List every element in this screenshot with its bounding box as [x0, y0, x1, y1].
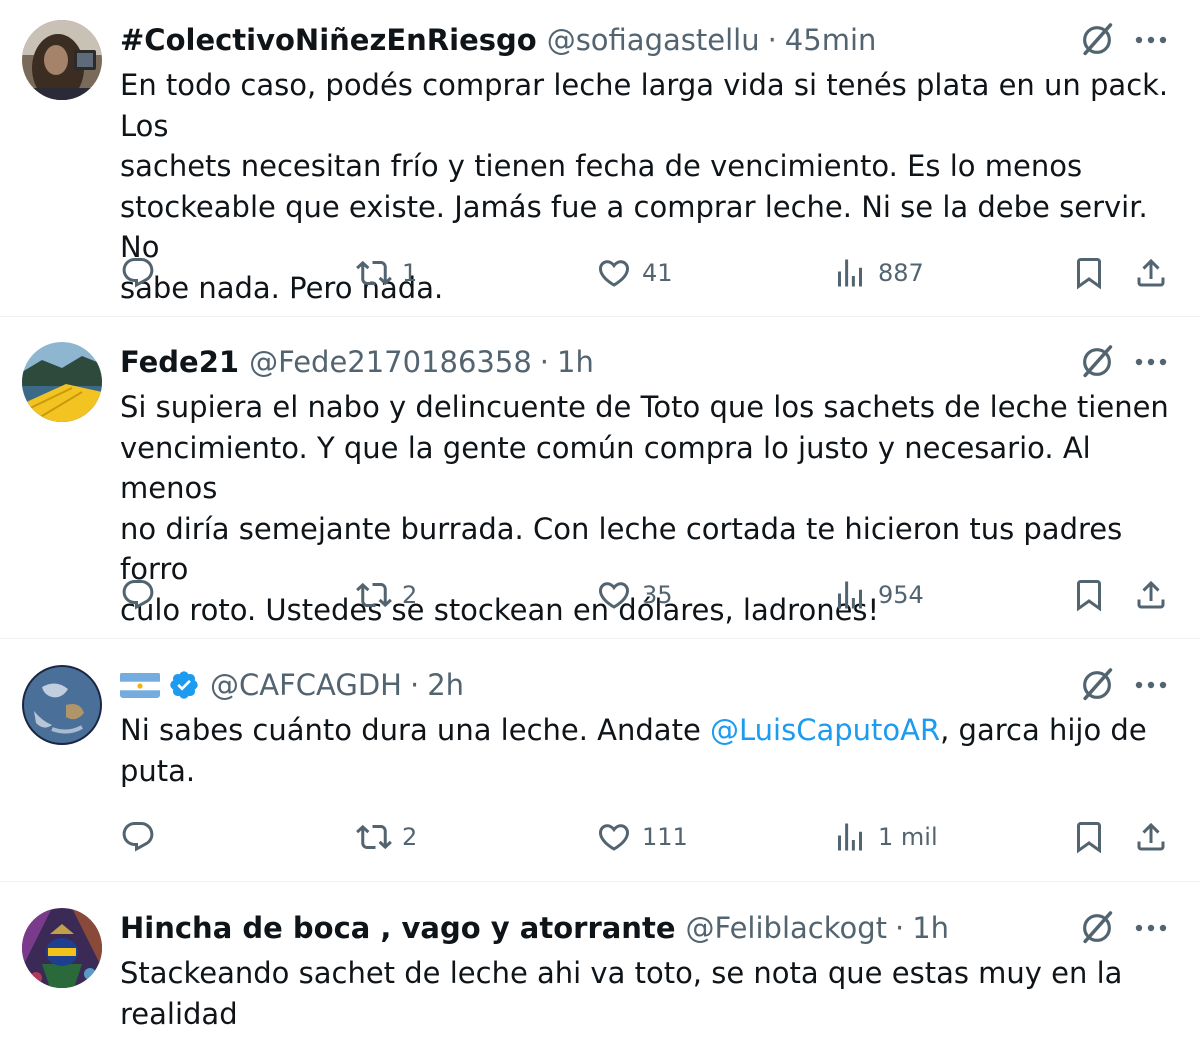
avatar[interactable]	[22, 665, 102, 745]
grok-icon[interactable]	[1078, 909, 1116, 947]
avatar[interactable]	[22, 908, 102, 988]
reply-button[interactable]	[120, 817, 156, 857]
timestamp[interactable]: 2h	[427, 668, 464, 702]
bookmark-icon[interactable]	[1071, 819, 1107, 855]
share-icon[interactable]	[1133, 577, 1169, 613]
grok-icon[interactable]	[1078, 343, 1116, 381]
like-count: 111	[642, 823, 688, 851]
retweet-count: 2	[402, 581, 418, 609]
tweet-text: Ni sabes cuánto dura una leche. Andate @…	[120, 710, 1180, 791]
like-count: 41	[642, 259, 673, 287]
tweet-text-line: Ni sabes cuánto dura una leche. Andate @…	[120, 710, 1180, 751]
user-handle[interactable]: @Fede2170186358	[249, 345, 532, 379]
tweet[interactable]: @CAFCAGDH · 2h Ni sabes cuánto dura una …	[0, 639, 1200, 882]
tweet-text-line: realidad	[120, 996, 238, 1031]
tweet-text-line: Stackeando sachet de leche ahi va toto, …	[120, 956, 1123, 990]
grok-icon[interactable]	[1078, 21, 1116, 59]
retweet-button[interactable]: 2	[356, 817, 417, 857]
separator: ·	[767, 23, 777, 57]
views-button[interactable]: 954	[832, 575, 924, 615]
like-button[interactable]: 41	[596, 253, 673, 293]
more-options-icon[interactable]	[1133, 678, 1169, 692]
reply-icon	[120, 577, 156, 613]
heart-icon	[596, 255, 632, 291]
display-name[interactable]: #ColectivoNiñezEnRiesgo	[120, 23, 537, 57]
view-count: 887	[878, 259, 924, 287]
tweet-text-line: puta.	[120, 753, 196, 788]
tweet-text-line: Si supiera el nabo y delincuente de Toto…	[120, 390, 1169, 424]
tweet-text-line: En todo caso, podés comprar leche larga …	[120, 68, 1169, 143]
separator: ·	[895, 911, 905, 945]
reply-button[interactable]	[120, 575, 156, 615]
tweet-text-line: sachets necesitan frío y tienen fecha de…	[120, 149, 1083, 183]
mention-link[interactable]: @LuisCaputoAR	[710, 713, 940, 747]
timestamp[interactable]: 1h	[912, 911, 949, 945]
share-icon[interactable]	[1133, 255, 1169, 291]
avatar[interactable]	[22, 20, 102, 100]
tweet-header: Fede21 @Fede2170186358 · 1h	[120, 342, 1050, 382]
bookmark-icon[interactable]	[1071, 255, 1107, 291]
tweet[interactable]: Fede21 @Fede2170186358 · 1h Si supiera e…	[0, 317, 1200, 639]
views-icon	[832, 819, 868, 855]
tweet-header: #ColectivoNiñezEnRiesgo @sofiagastellu ·…	[120, 20, 1050, 60]
separator: ·	[539, 345, 550, 379]
tweet-header: @CAFCAGDH · 2h	[120, 665, 1050, 705]
tweet-text: Stackeando sachet de leche ahi va toto, …	[120, 953, 1180, 1034]
display-name[interactable]: Hincha de boca , vago y atorrante	[120, 911, 676, 945]
like-count: 35	[642, 581, 673, 609]
grok-icon[interactable]	[1078, 666, 1116, 704]
timestamp[interactable]: 45min	[785, 23, 877, 57]
more-options-icon[interactable]	[1133, 355, 1169, 369]
like-button[interactable]: 111	[596, 817, 688, 857]
retweet-count: 2	[402, 823, 418, 851]
heart-icon	[596, 819, 632, 855]
view-count: 954	[878, 581, 924, 609]
more-options-icon[interactable]	[1133, 33, 1169, 47]
reply-icon	[120, 819, 156, 855]
bookmark-icon[interactable]	[1071, 577, 1107, 613]
retweet-button[interactable]: 2	[356, 575, 417, 615]
retweet-button[interactable]: 1	[356, 253, 417, 293]
tweet-header: Hincha de boca , vago y atorrante @Felib…	[120, 908, 1050, 948]
retweet-icon	[356, 577, 392, 613]
argentina-flag-icon	[120, 672, 160, 698]
view-count: 1 mil	[878, 823, 938, 851]
retweet-count: 1	[402, 259, 418, 287]
views-button[interactable]: 887	[832, 253, 924, 293]
heart-icon	[596, 577, 632, 613]
views-button[interactable]: 1 mil	[832, 817, 938, 857]
reply-icon	[120, 255, 156, 291]
more-options-icon[interactable]	[1133, 921, 1169, 935]
verified-badge-icon[interactable]	[168, 669, 200, 701]
retweet-icon	[356, 819, 392, 855]
reply-button[interactable]	[120, 253, 156, 293]
text-segment: Ni sabes cuánto dura una leche. Andate	[120, 713, 711, 747]
tweet[interactable]: #ColectivoNiñezEnRiesgo @sofiagastellu ·…	[0, 0, 1200, 317]
separator: ·	[409, 668, 420, 702]
timestamp[interactable]: 1h	[557, 345, 594, 379]
views-icon	[832, 255, 868, 291]
tweet-text-line: vencimiento. Y que la gente común compra…	[120, 430, 1091, 506]
display-name[interactable]: Fede21	[120, 345, 239, 379]
views-icon	[832, 577, 868, 613]
retweet-icon	[356, 255, 392, 291]
avatar[interactable]	[22, 342, 102, 422]
tweet[interactable]: Hincha de boca , vago y atorrante @Felib…	[0, 882, 1200, 1041]
user-handle[interactable]: @sofiagastellu	[547, 23, 760, 57]
share-icon[interactable]	[1133, 819, 1169, 855]
text-segment: , garca hijo de	[940, 713, 1147, 747]
user-handle[interactable]: @Feliblackogt	[686, 911, 888, 945]
like-button[interactable]: 35	[596, 575, 673, 615]
user-handle[interactable]: @CAFCAGDH	[210, 668, 402, 702]
